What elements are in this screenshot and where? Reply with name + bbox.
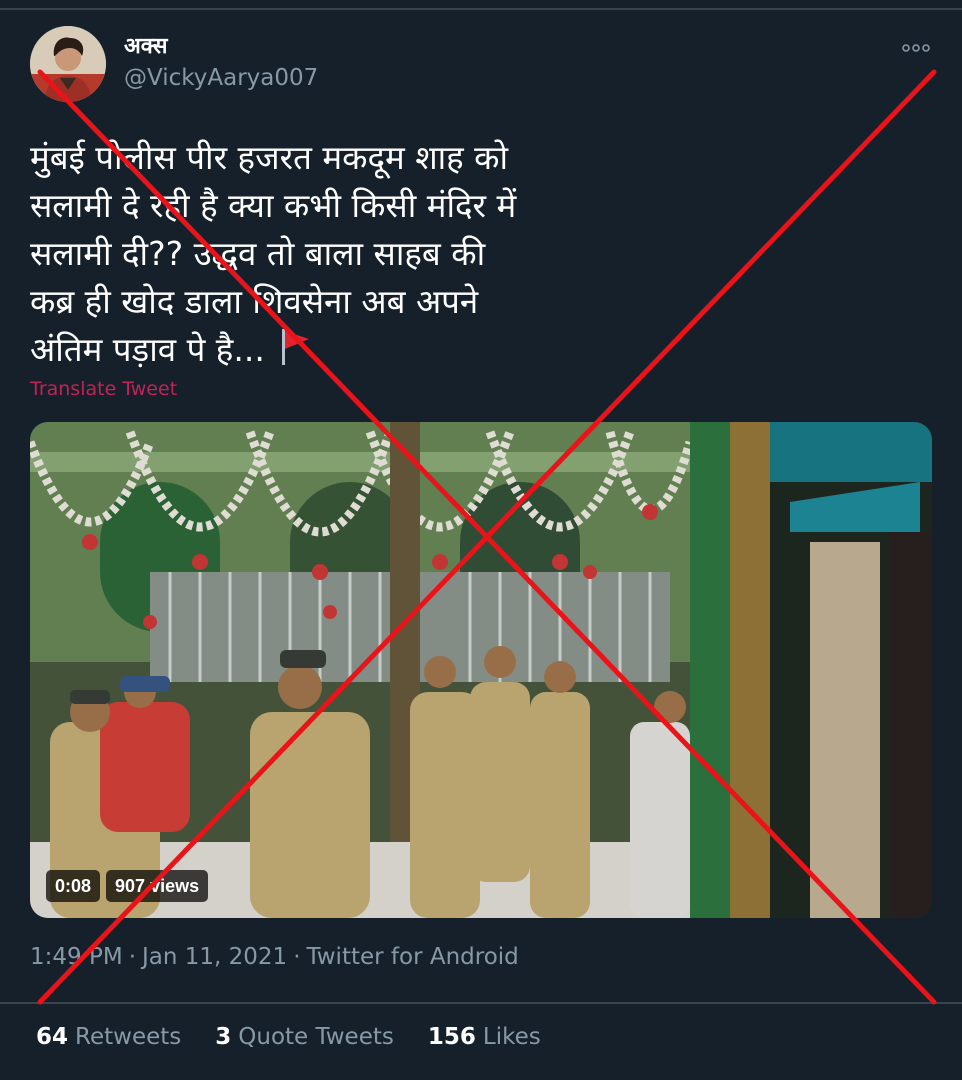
tweet-metadata: 1:49 PM · Jan 11, 2021 · Twitter for Android [30,942,519,972]
stats-divider [0,1002,962,1004]
meta-separator: · [293,944,301,970]
tweet-card: अक्स @VickyAarya007 मुंबई पोलीस पीर हजरत… [0,0,962,1080]
more-options-button[interactable] [896,36,936,60]
quote-tweets-label: Quote Tweets [238,1024,394,1050]
quote-tweets-stat[interactable]: 3 Quote Tweets [215,1022,394,1052]
tweet-text-line: सलामी दे रही है क्या कभी किसी मंदिर में [30,186,517,225]
quote-tweets-count: 3 [215,1024,232,1050]
tweet-source-link[interactable]: Twitter for Android [307,944,519,970]
retweets-label: Retweets [75,1024,182,1050]
top-divider [0,8,962,10]
video-info-badges: 0:08 907 views [46,870,209,902]
retweets-count: 64 [36,1024,69,1050]
retweets-stat[interactable]: 64 Retweets [36,1022,181,1052]
translate-tweet-link[interactable]: Translate Tweet [30,378,177,400]
tweet-text-line: कब्र ही खोद डाला शिवसेना अब अपने [30,282,479,321]
likes-stat[interactable]: 156 Likes [428,1022,541,1052]
user-handle[interactable]: @VickyAarya007 [124,64,318,92]
display-name[interactable]: अक्स [124,34,168,60]
tweet-text-line: मुंबई पोलीस पीर हजरत मकदूम शाह को [30,138,509,177]
video-player[interactable] [30,422,932,918]
red-flag-icon [279,327,313,380]
tweet-text-line: सलामी दी?? उद्धव तो बाला साहब की [30,234,486,273]
likes-label: Likes [482,1024,541,1050]
avatar[interactable] [30,26,106,102]
tweet-text-line: अंतिम पड़ाव पे है... [30,330,265,369]
tweet-time[interactable]: 1:49 PM [30,944,123,970]
video-thumbnail [30,422,932,918]
engagement-stats: 64 Retweets 3 Quote Tweets 156 Likes [36,1022,541,1052]
more-horizontal-icon [902,44,930,52]
tweet-text-last-line: अंतिम पड़ाव पे है... [30,326,590,380]
meta-separator: · [128,944,136,970]
video-view-count: 907 views [106,870,209,902]
tweet-date[interactable]: Jan 11, 2021 [142,944,287,970]
video-duration: 0:08 [46,870,101,902]
tweet-text: मुंबई पोलीस पीर हजरत मकदूम शाह को सलामी … [30,134,590,380]
likes-count: 156 [427,1024,476,1050]
